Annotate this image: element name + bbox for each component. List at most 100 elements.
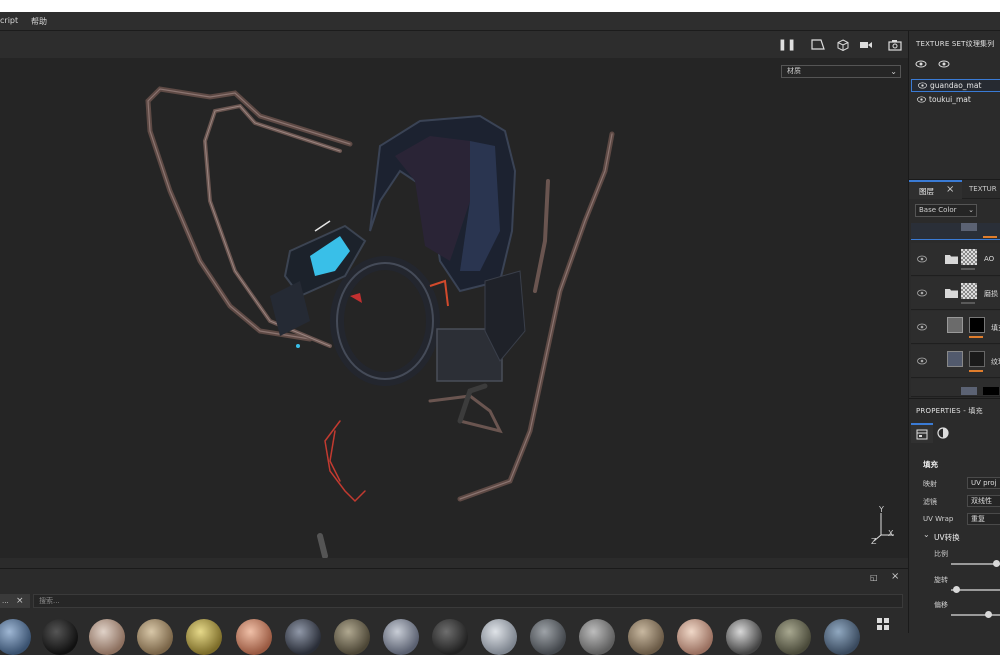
- tab-layers-label: 图层: [919, 187, 934, 196]
- material-preview[interactable]: [186, 619, 222, 655]
- chevron-down-icon: ⌄: [968, 206, 974, 214]
- shelf-tab[interactable]: ... ×: [0, 594, 30, 608]
- shelf-search-input[interactable]: 搜索...: [33, 594, 903, 608]
- material-preview[interactable]: [530, 619, 566, 655]
- chevron-down-icon[interactable]: ⌄: [923, 530, 930, 539]
- video-camera-icon[interactable]: [857, 36, 875, 53]
- material-preview[interactable]: [89, 619, 125, 655]
- property-label: 滤镜: [923, 498, 937, 506]
- layer-row[interactable]: 磨损: [911, 277, 1000, 310]
- 3d-viewport[interactable]: [0, 31, 908, 558]
- uv-transform-section[interactable]: UV转换: [934, 532, 960, 543]
- material-preview[interactable]: [628, 619, 664, 655]
- offset-slider-knob[interactable]: [985, 611, 992, 618]
- visibility-eye-icon[interactable]: [917, 255, 927, 263]
- layer-mask-bar: [969, 370, 983, 372]
- close-icon[interactable]: ×: [891, 571, 899, 582]
- axis-x-label: X: [888, 529, 894, 538]
- cube-icon[interactable]: [834, 36, 852, 53]
- channel-select[interactable]: Base Color ⌄: [915, 204, 977, 217]
- material-preview[interactable]: [677, 619, 713, 655]
- viewport-toolbar: ❚❚: [0, 31, 908, 58]
- projection-select[interactable]: UV proj: [967, 477, 1000, 489]
- layer-row[interactable]: AO: [911, 243, 1000, 276]
- tab-layers[interactable]: 图层 ×: [909, 180, 962, 199]
- layer-thumbnail: [961, 223, 977, 231]
- material-preview[interactable]: [481, 619, 517, 655]
- material-preview[interactable]: [0, 619, 31, 655]
- eye-settings-icon[interactable]: [915, 59, 927, 69]
- layer-row[interactable]: [911, 379, 1000, 397]
- texture-set-title: TEXTURE SET纹理集列: [916, 40, 995, 48]
- property-label: UV Wrap: [923, 515, 954, 523]
- layer-row[interactable]: 填充: [911, 311, 1000, 344]
- menu-bar: cript 帮助: [0, 12, 1000, 31]
- grid-view-icon[interactable]: [877, 618, 889, 630]
- material-preview[interactable]: [42, 619, 78, 655]
- slider-label: 比例: [934, 550, 948, 558]
- chevron-down-icon: ⌄: [890, 67, 897, 76]
- texture-set-item[interactable]: guandao_mat: [911, 79, 1000, 92]
- layer-mask-thumbnail: [969, 351, 985, 367]
- layer-row[interactable]: [911, 223, 1000, 240]
- material-preview[interactable]: [726, 619, 762, 655]
- layer-row[interactable]: 纹理: [911, 345, 1000, 378]
- material-sphere-icon[interactable]: [937, 427, 951, 441]
- texture-set-label: toukui_mat: [929, 95, 971, 104]
- maximize-icon[interactable]: ◱: [870, 573, 878, 582]
- uv-wrap-select[interactable]: 重复: [967, 513, 1000, 525]
- visibility-eye-icon[interactable]: [917, 289, 927, 297]
- layers-tab-bar: 图层 × TEXTUR: [909, 179, 1000, 199]
- texture-set-item[interactable]: toukui_mat: [911, 94, 1000, 107]
- layer-name: 填充: [991, 324, 1000, 332]
- layer-mask-bar: [969, 336, 983, 338]
- 3d-model-render: [145, 86, 615, 558]
- property-label: 映射: [923, 480, 937, 488]
- material-preview[interactable]: [334, 619, 370, 655]
- layer-name: AO: [984, 255, 995, 263]
- fill-settings-icon: [916, 429, 928, 440]
- visibility-eye-icon[interactable]: [917, 323, 927, 331]
- scale-slider-knob[interactable]: [993, 560, 1000, 567]
- tab-texture[interactable]: TEXTUR: [969, 185, 997, 193]
- filter-select[interactable]: 双线性: [967, 495, 1000, 507]
- material-preview[interactable]: [824, 619, 860, 655]
- material-mode-value: 材质: [787, 67, 801, 75]
- camera-frame-icon[interactable]: [809, 36, 827, 53]
- eye-icon[interactable]: [938, 59, 950, 69]
- visibility-eye-icon[interactable]: [917, 357, 927, 365]
- material-preview[interactable]: [775, 619, 811, 655]
- folder-icon: [945, 289, 958, 298]
- screenshot-camera-icon[interactable]: [886, 36, 904, 53]
- menu-item-help[interactable]: 帮助: [31, 16, 47, 27]
- properties-panel: PROPERTIES - 填充 填充 映射 UV proj 滤镜 双线性 UV …: [909, 398, 1000, 633]
- layer-thumbnail: [947, 351, 963, 367]
- rotation-slider-knob[interactable]: [953, 586, 960, 593]
- close-icon[interactable]: ×: [16, 594, 24, 608]
- folder-icon: [945, 255, 958, 264]
- material-preview[interactable]: [285, 619, 321, 655]
- tab-properties-fill[interactable]: [911, 423, 933, 443]
- layer-name: 磨损: [984, 290, 998, 298]
- channel-select-value: Base Color: [919, 206, 957, 214]
- offset-slider[interactable]: [951, 614, 1000, 616]
- texture-set-label: guandao_mat: [930, 81, 982, 90]
- close-icon[interactable]: ×: [946, 184, 954, 195]
- visibility-eye-icon[interactable]: [918, 82, 927, 89]
- material-mode-select[interactable]: 材质 ⌄: [781, 65, 901, 78]
- layer-thumbnail: [947, 317, 963, 333]
- layer-thumbnail: [961, 387, 977, 395]
- slider-label: 偏移: [934, 601, 948, 609]
- material-preview[interactable]: [137, 619, 173, 655]
- material-preview[interactable]: [236, 619, 272, 655]
- axis-y-label: Y: [879, 505, 884, 514]
- layer-bar: [961, 268, 975, 270]
- material-preview[interactable]: [579, 619, 615, 655]
- layer-mask-bar: [983, 236, 997, 238]
- visibility-eye-icon[interactable]: [917, 96, 926, 103]
- axis-z-label: Z: [871, 537, 877, 546]
- menu-item-script[interactable]: cript: [0, 16, 18, 25]
- material-preview[interactable]: [432, 619, 468, 655]
- material-preview[interactable]: [383, 619, 419, 655]
- pause-icon[interactable]: ❚❚: [778, 36, 796, 53]
